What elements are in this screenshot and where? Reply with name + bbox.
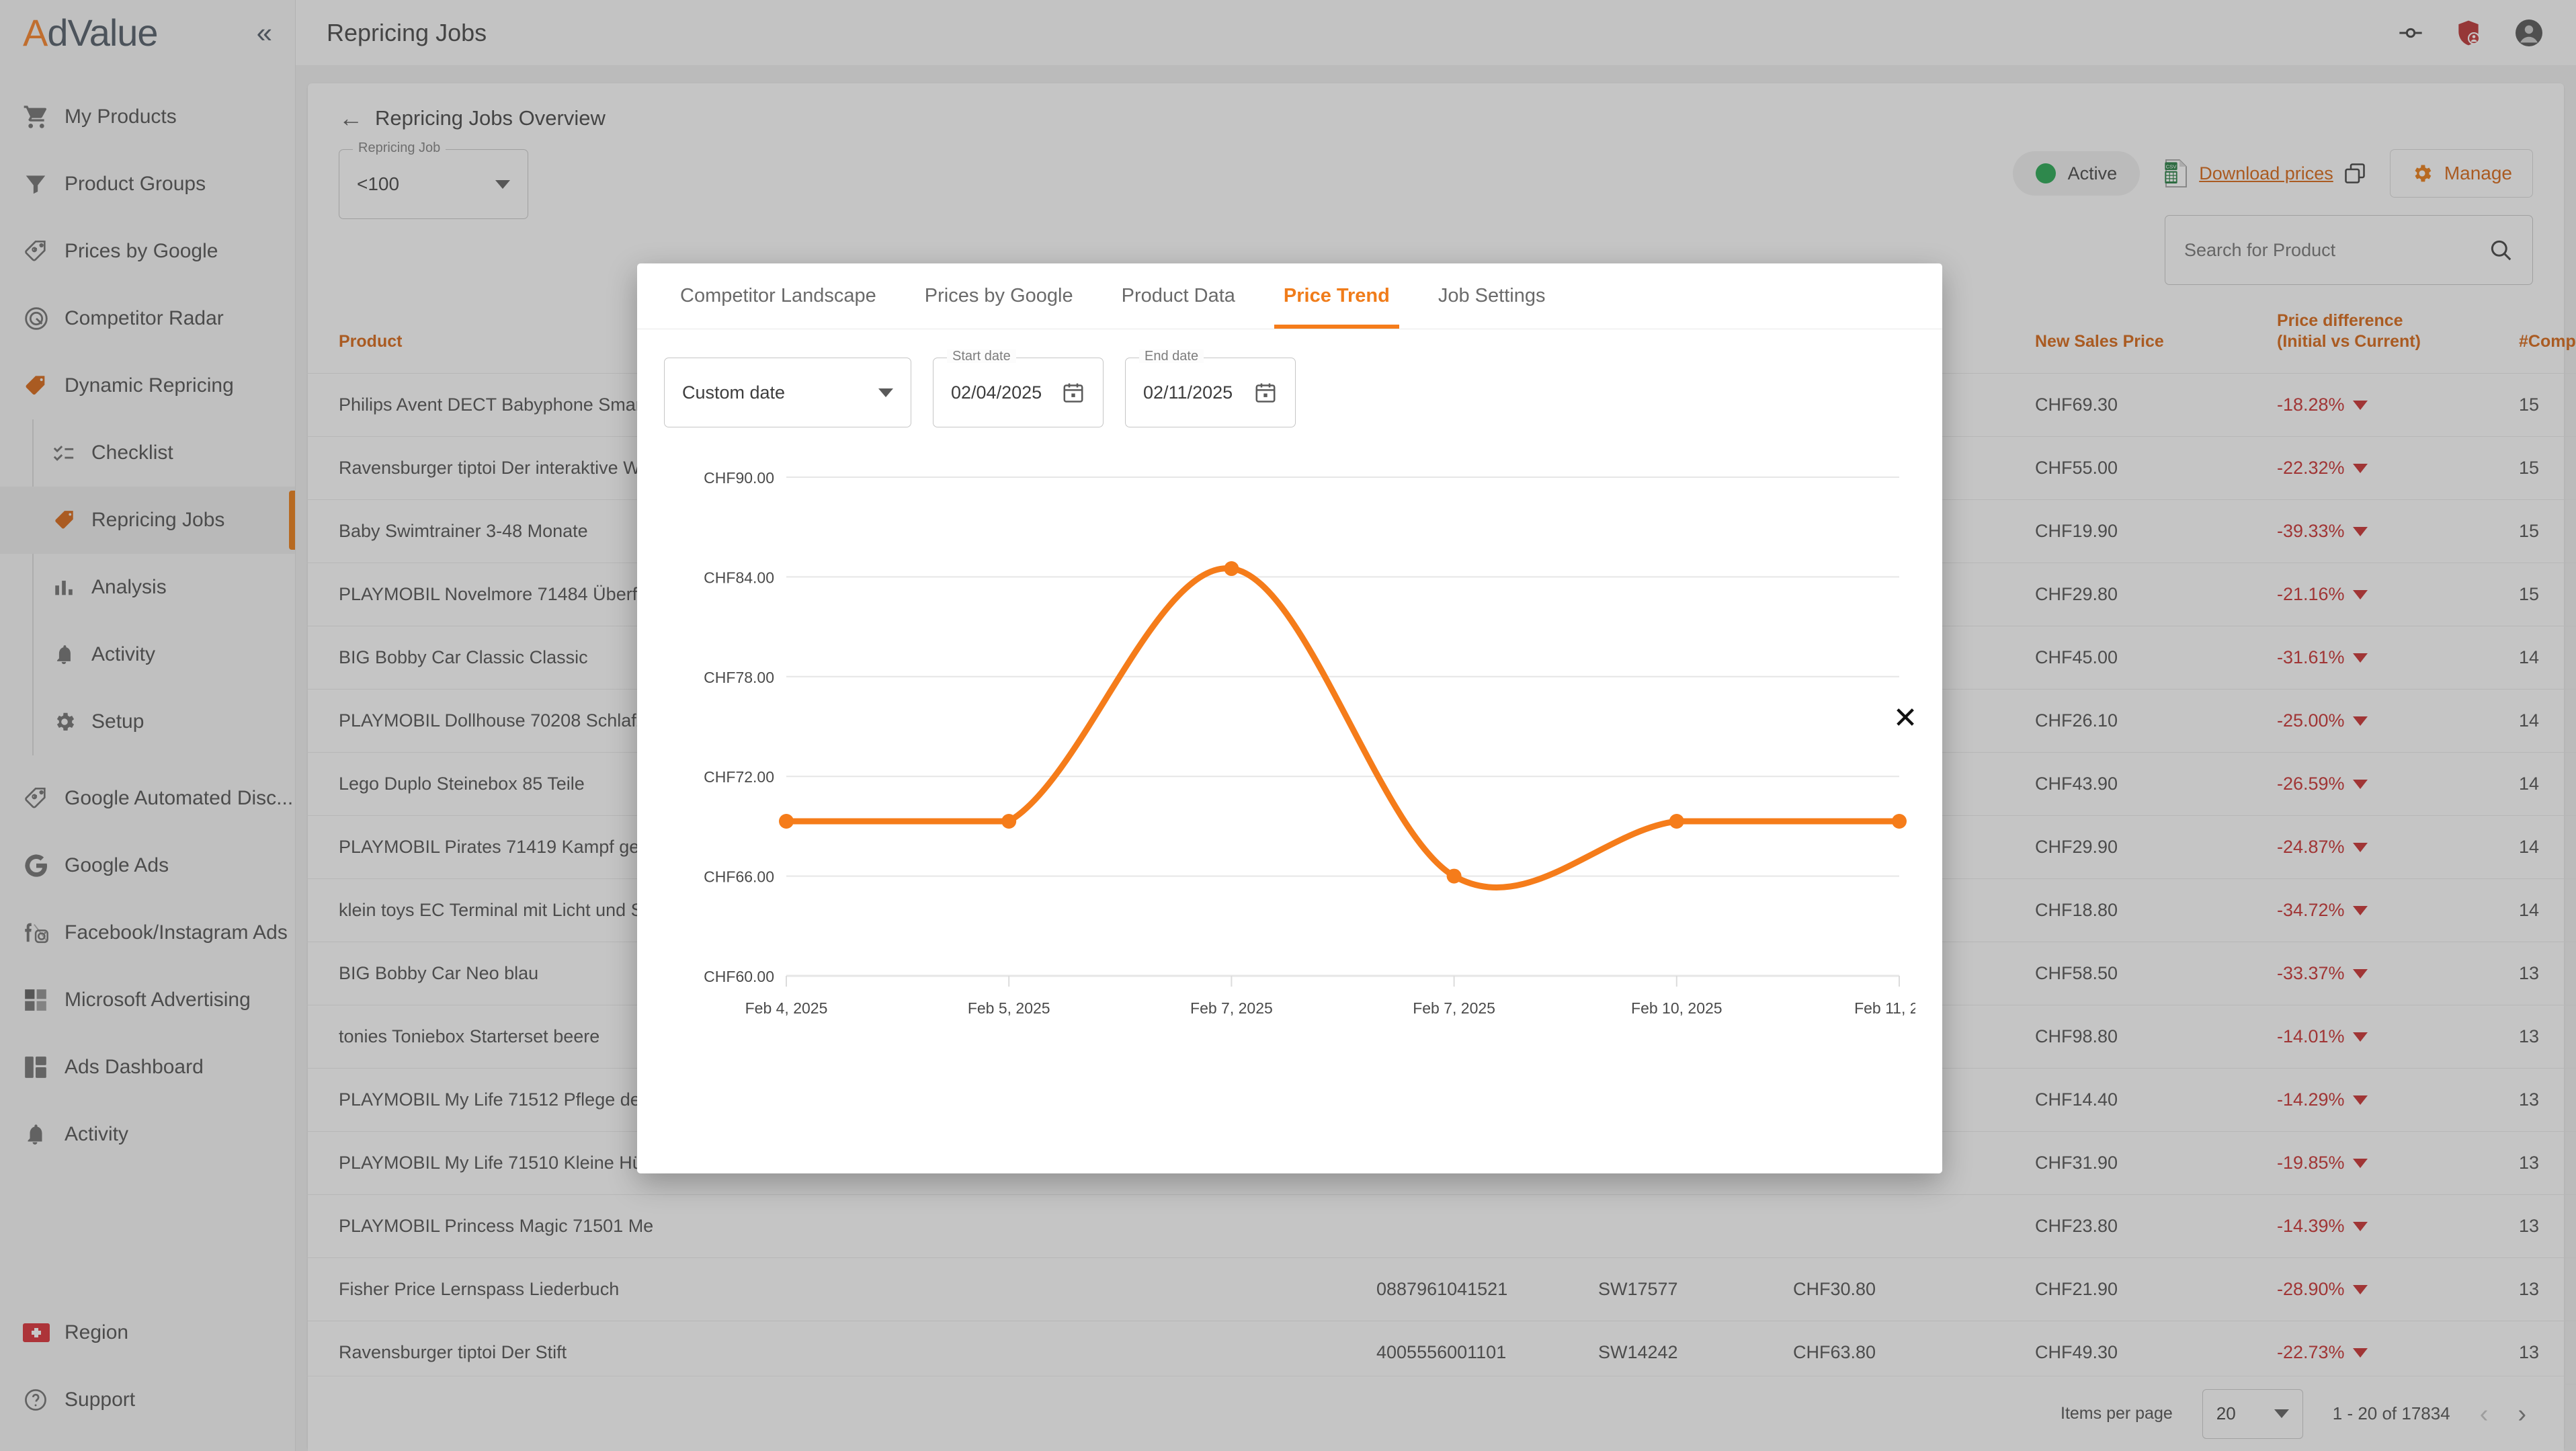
y-axis-tick-label: CHF72.00 (704, 768, 774, 786)
start-date-field[interactable]: Start date 02/04/2025 (933, 349, 1104, 427)
price-trend-chart-svg: CHF60.00 CHF66.00 CHF72.00 CHF78.00 CHF84.00… (704, 469, 1915, 1017)
tab-label: Prices by Google (924, 285, 1073, 306)
x-axis-tick-label: Feb 7, 2025 (1413, 999, 1495, 1017)
tab-label: Product Data (1121, 285, 1235, 306)
y-axis-tick-label: CHF90.00 (704, 469, 774, 487)
modal-tabs: Competitor Landscape Prices by Google Prod… (637, 263, 1942, 329)
end-date-label: End date (1139, 349, 1204, 363)
y-axis-tick-label: CHF60.00 (704, 968, 774, 985)
data-point[interactable] (779, 813, 794, 829)
x-axis-tick-label: Feb 4, 2025 (745, 999, 828, 1017)
series-line (783, 565, 1903, 891)
price-trend-chart: CHF60.00 CHF66.00 CHF72.00 CHF78.00 CHF84.00… (664, 465, 1915, 1056)
data-point[interactable] (1669, 813, 1684, 829)
tab-price-trend[interactable]: Price Trend (1259, 263, 1414, 329)
data-point[interactable] (1224, 561, 1239, 577)
tab-label: Job Settings (1438, 285, 1546, 306)
date-range-preset-value: Custom date (682, 382, 786, 403)
date-range-controls: Custom date Start date 02/04/2025 End da… (664, 349, 1915, 427)
tab-product-data[interactable]: Product Data (1097, 263, 1259, 329)
tab-job-settings[interactable]: Job Settings (1414, 263, 1570, 329)
chevron-down-icon (878, 388, 893, 397)
y-axis-tick-label: CHF84.00 (704, 569, 774, 586)
tab-prices-by-google[interactable]: Prices by Google (901, 263, 1097, 329)
price-trend-modal: Competitor Landscape Prices by Google Prod… (637, 263, 1942, 1173)
x-axis-tick-label: Feb 10, 2025 (1631, 999, 1722, 1017)
y-axis-tick-label: CHF78.00 (704, 669, 774, 686)
y-axis-tick-label: CHF66.00 (704, 868, 774, 886)
start-date-label: Start date (947, 349, 1016, 363)
app-root: AdValue « My Products Product Groups Pri… (0, 0, 2576, 1451)
data-point[interactable] (1001, 813, 1017, 829)
modal-body: Custom date Start date 02/04/2025 End da… (637, 329, 1942, 1173)
x-axis-tick-label: Feb 5, 2025 (968, 999, 1050, 1017)
data-point[interactable] (1892, 813, 1907, 829)
data-point[interactable] (1446, 868, 1462, 884)
tab-competitor-landscape[interactable]: Competitor Landscape (656, 263, 901, 329)
calendar-icon[interactable] (1061, 380, 1085, 405)
tab-label: Price Trend (1283, 285, 1390, 306)
date-range-preset-select[interactable]: Custom date (664, 358, 911, 427)
x-axis-tick-label: Feb 11, 2025 (1854, 999, 1915, 1017)
end-date-field[interactable]: End date 02/11/2025 (1125, 349, 1296, 427)
end-date-value: 02/11/2025 (1143, 382, 1233, 403)
calendar-icon[interactable] (1253, 380, 1278, 405)
tab-label: Competitor Landscape (680, 285, 876, 306)
x-axis-tick-label: Feb 7, 2025 (1190, 999, 1273, 1017)
start-date-value: 02/04/2025 (951, 382, 1042, 403)
